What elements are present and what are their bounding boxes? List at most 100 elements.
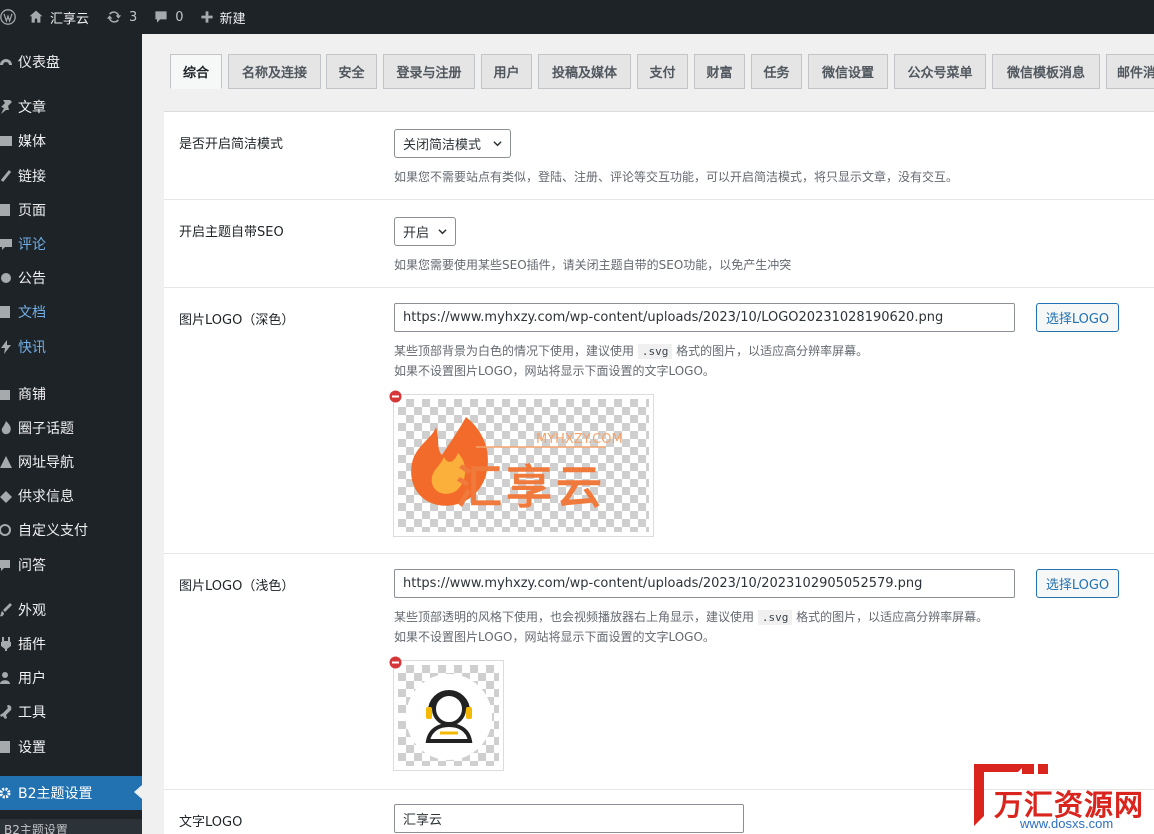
choose-logo-light-button[interactable]: 选择LOGO — [1036, 569, 1119, 598]
trade-icon — [0, 489, 14, 503]
sidebar-item-label: 公告 — [18, 271, 46, 287]
sidebar-item-label: 仪表盘 — [18, 55, 60, 71]
flash-icon — [0, 340, 14, 354]
sidebar-item-docs[interactable]: 文档 — [0, 296, 142, 328]
logo-dark-description: 某些顶部背景为白色的情况下使用，建议使用 .svg 格式的图片，以适应高分辨率屏… — [394, 342, 868, 359]
tab-official-account-menu[interactable]: 公众号菜单 — [894, 54, 986, 89]
sidebar-item-qa[interactable]: 问答 — [0, 549, 142, 581]
settings-tabs: 综合 名称及连接 安全 登录与注册 用户 投稿及媒体 支付 财富 任务 微信设置… — [164, 36, 1154, 112]
sidebar-item-newsflash[interactable]: 快讯 — [0, 331, 142, 363]
sidebar-item-custom-pay[interactable]: 自定义支付 — [0, 514, 142, 546]
tab-payment[interactable]: 支付 — [637, 54, 688, 89]
wordpress-logo-button[interactable] — [0, 0, 20, 34]
wordpress-icon — [0, 9, 16, 25]
logo-dark-description-2: 如果不设置图片LOGO，网站将显示下面设置的文字LOGO。 — [394, 364, 715, 378]
sidebar-item-label: 网址导航 — [18, 455, 74, 471]
comment-bubble-icon — [155, 11, 167, 23]
tab-login-register[interactable]: 登录与注册 — [383, 54, 475, 89]
tab-general[interactable]: 综合 — [170, 54, 222, 89]
sidebar-item-label: 链接 — [18, 169, 46, 185]
text-logo-input[interactable]: 汇享云 — [394, 804, 744, 833]
link-icon — [0, 169, 14, 183]
seo-select[interactable]: 开启 — [394, 217, 456, 246]
admin-bar: 汇享云 3 0 新建 — [0, 0, 1154, 34]
sidebar-item-supply-demand[interactable]: 供求信息 — [0, 480, 142, 512]
sidebar-item-appearance[interactable]: 外观 — [0, 594, 142, 626]
home-icon — [29, 10, 43, 23]
tab-wechat-template-messages[interactable]: 微信模板消息 — [992, 54, 1100, 89]
new-content-label: 新建 — [219, 11, 246, 27]
tab-email[interactable]: 邮件消 — [1106, 54, 1154, 89]
updates-count: 3 — [129, 9, 138, 25]
sidebar-item-circle-topics[interactable]: 圈子话题 — [0, 412, 142, 444]
logo-sub-text: MYHXZY.COM — [536, 432, 623, 447]
submenu-item-b2-theme-settings[interactable]: B2主题设置 — [0, 819, 142, 834]
sidebar-item-dashboard[interactable]: 仪表盘 — [0, 46, 142, 78]
tab-submission-media[interactable]: 投稿及媒体 — [538, 54, 631, 89]
sidebar-item-store[interactable]: 商铺 — [0, 378, 142, 410]
updates-link[interactable]: 3 — [97, 0, 145, 34]
sidebar-item-users[interactable]: 用户 — [0, 662, 142, 694]
logo-light-desc-text: 某些顶部透明的风格下使用，也会视频播放器右上角显示，建议使用 — [394, 610, 755, 624]
new-content-link[interactable]: 新建 — [192, 0, 254, 34]
watermark: 万汇资源网 www.dosxs.com — [966, 760, 1154, 834]
logo-light-description-2: 如果不设置图片LOGO，网站将显示下面设置的文字LOGO。 — [394, 630, 715, 644]
tab-name-and-links[interactable]: 名称及连接 — [228, 54, 321, 89]
circle-icon — [0, 421, 14, 435]
tab-security[interactable]: 安全 — [326, 54, 377, 89]
sidebar-item-comments[interactable]: 评论 — [0, 228, 142, 260]
logo-main-text: 汇享云 — [456, 460, 606, 514]
remove-icon[interactable] — [389, 656, 402, 669]
simple-mode-select[interactable]: 关闭简洁模式 — [394, 129, 511, 158]
sidebar-item-label: 插件 — [18, 637, 46, 653]
pushpin-icon — [0, 100, 14, 114]
seo-label: 开启主题自带SEO — [179, 225, 284, 240]
logo-dark-preview: MYHXZY.COM 汇享云 — [389, 390, 654, 537]
simple-mode-label: 是否开启简洁模式 — [179, 137, 284, 152]
sidebar-item-label: 商铺 — [18, 387, 46, 403]
sidebar-item-label: 页面 — [18, 203, 46, 219]
store-icon — [0, 387, 14, 401]
sidebar-item-posts[interactable]: 文章 — [0, 91, 142, 123]
qa-icon — [0, 558, 14, 572]
sidebar-item-site-nav[interactable]: 网址导航 — [0, 446, 142, 478]
sidebar-item-label: 问答 — [18, 558, 46, 574]
sidebar-item-b2-theme-settings[interactable]: B2主题设置 — [0, 776, 142, 810]
tab-users[interactable]: 用户 — [481, 54, 532, 89]
chevron-down-icon — [493, 141, 502, 147]
site-name-link[interactable]: 汇享云 — [20, 0, 97, 34]
user-icon — [0, 671, 14, 685]
tab-wealth[interactable]: 财富 — [694, 54, 745, 89]
headset-logo-image — [406, 674, 492, 760]
sidebar-item-media[interactable]: 媒体 — [0, 125, 142, 157]
sidebar-item-announcements[interactable]: 公告 — [0, 262, 142, 294]
setting-row-logo-light: 图片LOGO（浅色） https://www.myhxzy.com/wp-con… — [164, 554, 1154, 790]
text-logo-label: 文字LOGO — [179, 815, 243, 830]
sidebar-item-label: 媒体 — [18, 134, 46, 150]
tab-tasks[interactable]: 任务 — [751, 54, 802, 89]
sidebar-item-pages[interactable]: 页面 — [0, 194, 142, 226]
sidebar-item-label: 文档 — [18, 305, 46, 321]
sidebar-item-tools[interactable]: 工具 — [0, 696, 142, 728]
sidebar-item-label: 自定义支付 — [18, 523, 88, 539]
chevron-down-icon — [438, 229, 447, 235]
seo-description: 如果您需要使用某些SEO插件，请关闭主题自带的SEO功能，以免产生冲突 — [394, 258, 792, 272]
sidebar-item-settings[interactable]: 设置 — [0, 731, 142, 763]
seo-value: 开启 — [403, 226, 430, 241]
sidebar-item-label: 用户 — [18, 671, 46, 687]
megaphone-icon — [0, 271, 14, 285]
sidebar-item-plugins[interactable]: 插件 — [0, 628, 142, 660]
sidebar-item-links[interactable]: 链接 — [0, 160, 142, 192]
watermark-url: www.dosxs.com — [1020, 816, 1114, 831]
logo-light-description: 某些顶部透明的风格下使用，也会视频播放器右上角显示，建议使用 .svg 格式的图… — [394, 608, 988, 625]
logo-dark-url-input[interactable]: https://www.myhxzy.com/wp-content/upload… — [394, 303, 1015, 332]
svg-code: .svg — [637, 344, 673, 359]
brush-icon — [0, 603, 14, 617]
sidebar-item-label: 设置 — [18, 740, 46, 756]
logo-light-desc-text-after: 格式的图片，以适应高分辨率屏幕。 — [796, 610, 989, 624]
choose-logo-dark-button[interactable]: 选择LOGO — [1036, 303, 1119, 332]
comments-link[interactable]: 0 — [145, 0, 191, 34]
tab-wechat-settings[interactable]: 微信设置 — [808, 54, 888, 89]
logo-light-url-input[interactable]: https://www.myhxzy.com/wp-content/upload… — [394, 569, 1015, 598]
remove-icon[interactable] — [389, 390, 402, 403]
